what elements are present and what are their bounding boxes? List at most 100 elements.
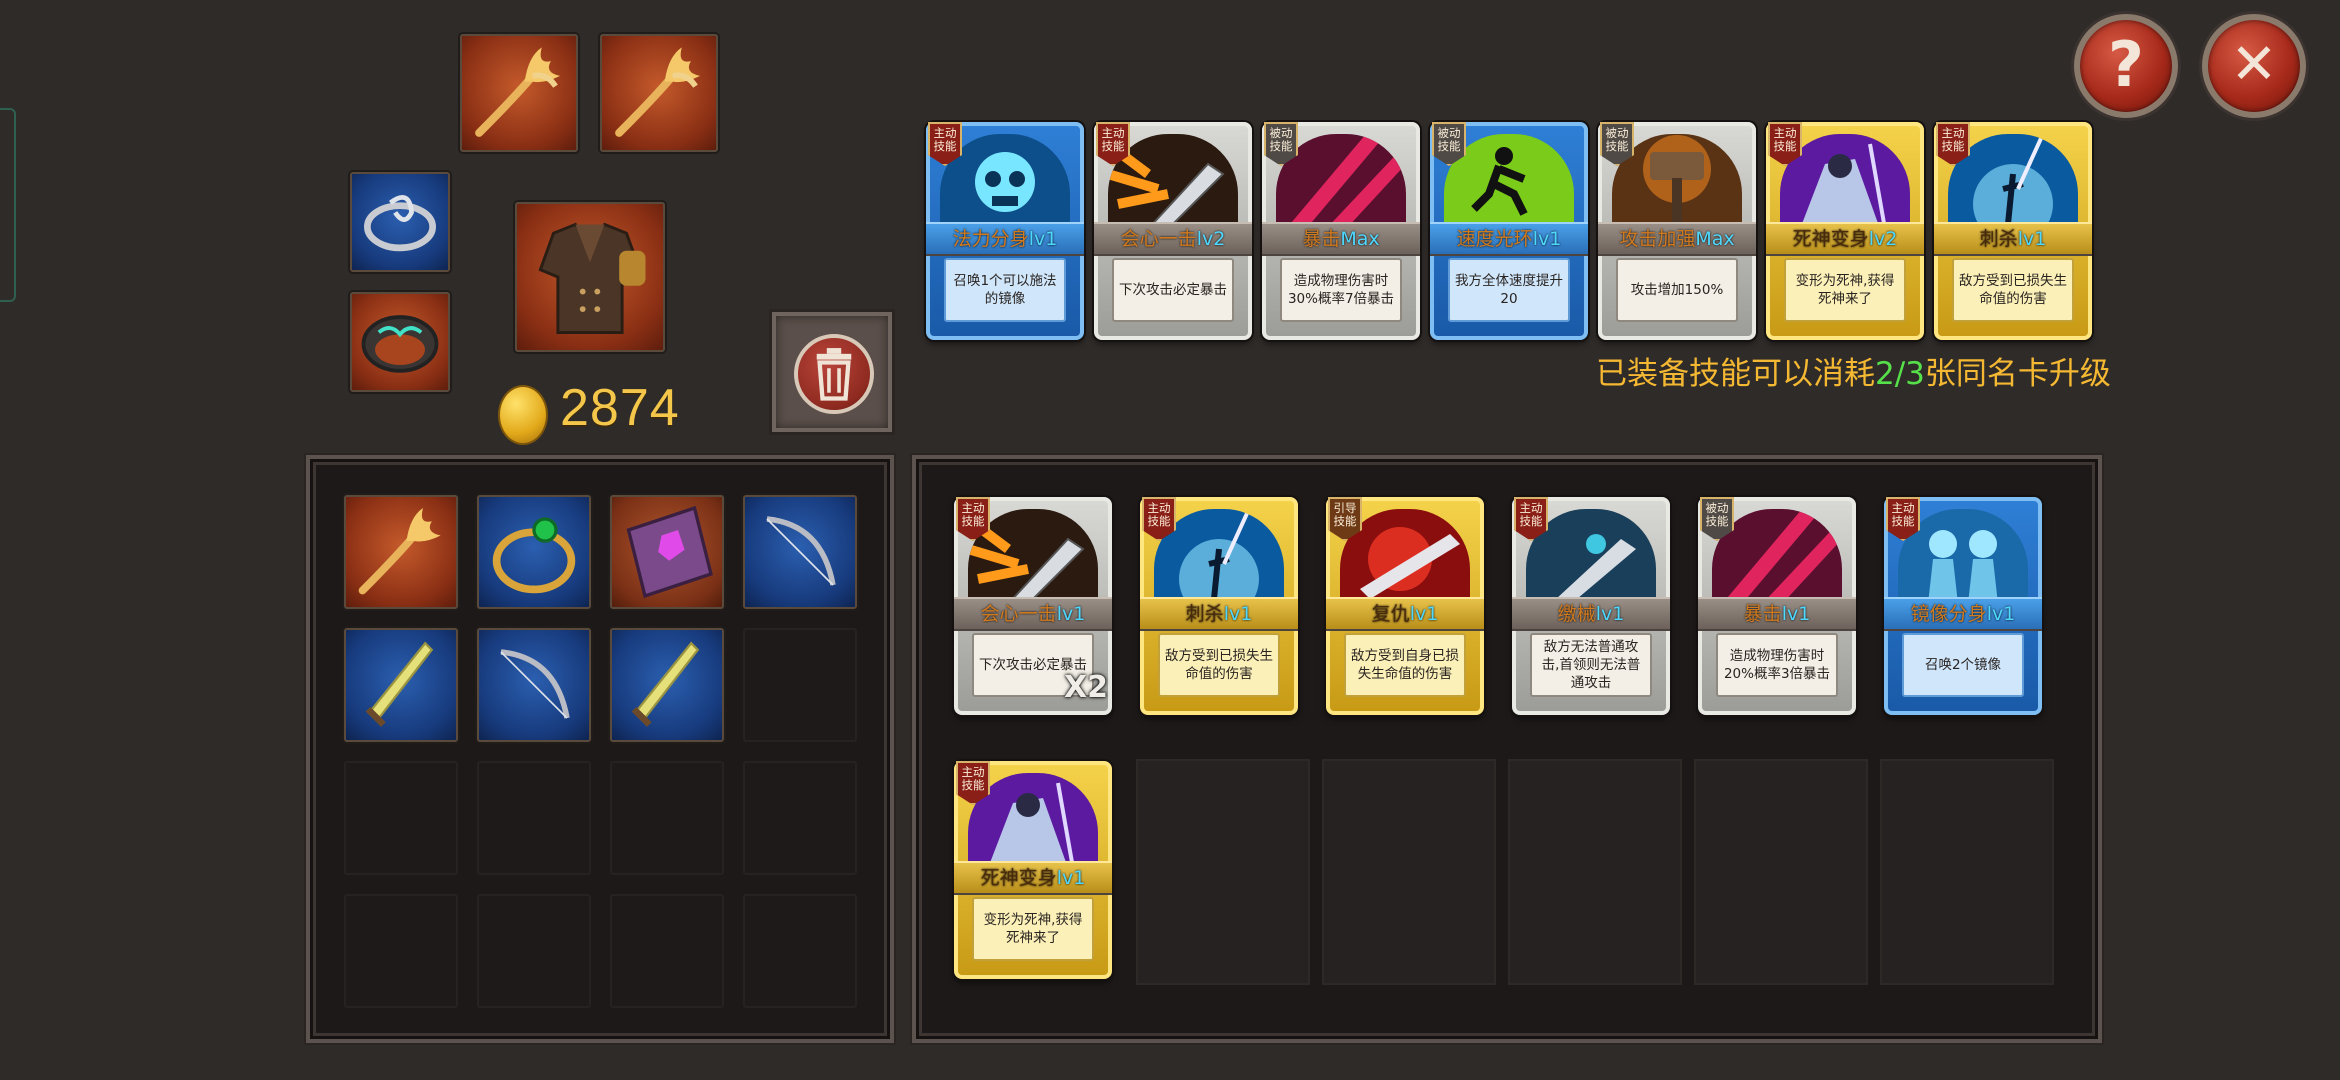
skill-name-text: 复仇 [1371, 603, 1410, 625]
flame-staff-icon [615, 47, 701, 137]
rune-ring-icon [361, 315, 439, 373]
skill-name-text: 死神变身 [980, 867, 1057, 889]
inventory-item-slot[interactable] [610, 495, 724, 609]
inventory-skill-card[interactable]: 主动技能 死神变身lv1 变形为死神,获得死神来了 [954, 761, 1112, 979]
inventory-item-slot[interactable] [610, 628, 724, 742]
skill-description: 攻击增加150% [1616, 258, 1738, 322]
bow-icon [500, 649, 570, 719]
equip-slot-weapon-1[interactable] [460, 34, 578, 152]
gold-amount: 2874 [560, 379, 680, 437]
skill-name: 刺杀lv1 [1140, 597, 1298, 631]
skill-empty-slot[interactable] [1880, 759, 2054, 985]
skill-name: 会心一击lv2 [1094, 222, 1252, 256]
inventory-empty-slot[interactable] [344, 894, 458, 1008]
skill-description: 变形为死神,获得死神来了 [972, 897, 1094, 961]
inventory-skill-card[interactable]: 引导技能 复仇lv1 敌方受到自身已损失生命值的伤害 [1326, 497, 1484, 715]
skill-name: 缴械lv1 [1512, 597, 1670, 631]
skill-name: 刺杀lv1 [1934, 222, 2092, 256]
help-button[interactable]: ? [2074, 14, 2178, 118]
inventory-item-slot[interactable] [344, 628, 458, 742]
equipped-skill-card[interactable]: 主动技能 会心一击lv2 下次攻击必定暴击 [1094, 122, 1252, 340]
sword-icon [631, 641, 700, 727]
skill-level: lv2 [1868, 228, 1898, 250]
skill-level: lv2 [1196, 228, 1226, 250]
skill-description: 造成物理伤害时20%概率3倍暴击 [1716, 633, 1838, 697]
skill-description: 下次攻击必定暴击 [1112, 258, 1234, 322]
inventory-empty-slot[interactable] [610, 894, 724, 1008]
item-inventory-panel [306, 455, 894, 1043]
inventory-skill-card[interactable]: 主动技能 刺杀lv1 敌方受到已损失生命值的伤害 [1140, 497, 1298, 715]
side-drawer-tab[interactable] [0, 108, 16, 302]
skill-description: 造成物理伤害时30%概率7倍暴击 [1280, 258, 1402, 322]
skill-description: 召唤2个镜像 [1902, 633, 2024, 697]
skill-description: 敌方受到已损失生命值的伤害 [1158, 633, 1280, 697]
inventory-skill-card[interactable]: 主动技能 镜像分身lv1 召唤2个镜像 [1884, 497, 2042, 715]
inventory-empty-slot[interactable] [477, 761, 591, 875]
sword-icon [365, 641, 434, 727]
skill-level: lv1 [1781, 603, 1811, 625]
skill-level: lv1 [1986, 603, 2016, 625]
inventory-item-slot[interactable] [477, 495, 591, 609]
skill-description: 变形为死神,获得死神来了 [1784, 258, 1906, 322]
inventory-skill-card[interactable]: 被动技能 暴击lv1 造成物理伤害时20%概率3倍暴击 [1698, 497, 1856, 715]
inventory-empty-slot[interactable] [743, 761, 857, 875]
flame-staff-icon [475, 47, 561, 137]
skill-name-text: 缴械 [1557, 603, 1596, 625]
equipped-skill-card[interactable]: 主动技能 刺杀lv1 敌方受到已损失生命值的伤害 [1934, 122, 2092, 340]
inventory-skill-card[interactable]: 主动技能 会心一击lv1 下次攻击必定暴击 X2 [954, 497, 1112, 715]
skill-level: lv1 [1409, 603, 1439, 625]
bow-icon [766, 516, 836, 586]
upgrade-notice-prefix: 已装备技能可以消耗 [1596, 356, 1875, 392]
skill-name-text: 法力分身 [952, 228, 1029, 250]
discard-button[interactable] [772, 312, 892, 432]
equip-slot-ring-1[interactable] [350, 172, 450, 272]
inventory-skill-card[interactable]: 主动技能 缴械lv1 敌方无法普通攻击,首领则无法普通攻击 [1512, 497, 1670, 715]
inventory-item-slot[interactable] [477, 628, 591, 742]
upgrade-notice: 已装备技能可以消耗2/3张同名卡升级 [1596, 348, 2111, 393]
equip-slot-armor[interactable] [515, 202, 665, 352]
inventory-empty-slot[interactable] [344, 761, 458, 875]
skill-name-text: 刺杀 [1185, 603, 1224, 625]
skill-empty-slot[interactable] [1136, 759, 1310, 985]
skill-description: 召唤1个可以施法的镜像 [944, 258, 1066, 322]
skill-level: lv1 [1223, 603, 1253, 625]
skill-empty-slot[interactable] [1322, 759, 1496, 985]
equipped-skill-card[interactable]: 被动技能 速度光环lv1 我方全体速度提升20 [1430, 122, 1588, 340]
skill-name-text: 会心一击 [980, 603, 1057, 625]
equipped-skill-card[interactable]: 被动技能 暴击Max 造成物理伤害时30%概率7倍暴击 [1262, 122, 1420, 340]
inventory-empty-slot[interactable] [743, 628, 857, 742]
skill-name-text: 会心一击 [1120, 228, 1197, 250]
skill-level: lv1 [1056, 867, 1086, 889]
inventory-item-slot[interactable] [344, 495, 458, 609]
skill-name: 法力分身lv1 [926, 222, 1084, 256]
equipped-skill-card[interactable]: 被动技能 攻击加强Max 攻击增加150% [1598, 122, 1756, 340]
inventory-empty-slot[interactable] [477, 894, 591, 1008]
inventory-item-slot[interactable] [743, 495, 857, 609]
spell-book-icon [626, 505, 713, 599]
skill-level: lv1 [1595, 603, 1625, 625]
equipped-skill-card[interactable]: 主动技能 死神变身lv2 变形为死神,获得死神来了 [1766, 122, 1924, 340]
emerald-ring-icon [492, 517, 576, 594]
skill-empty-slot[interactable] [1694, 759, 1868, 985]
skill-name: 会心一击lv1 [954, 597, 1112, 631]
inventory-empty-slot[interactable] [610, 761, 724, 875]
equipped-skill-card[interactable]: 主动技能 法力分身lv1 召唤1个可以施法的镜像 [926, 122, 1084, 340]
gold-coin-icon [498, 385, 548, 445]
skill-name-text: 暴击 [1743, 603, 1782, 625]
upgrade-notice-suffix: 张同名卡升级 [1924, 356, 2111, 392]
equip-slot-weapon-2[interactable] [600, 34, 718, 152]
skill-inventory-panel: 主动技能 会心一击lv1 下次攻击必定暴击 X2 主动技能 刺杀lv1 敌方受到已损失生命值… [912, 455, 2102, 1043]
skill-name-text: 镜像分身 [1910, 603, 1987, 625]
leather-armor-icon [538, 222, 646, 334]
skill-name: 死神变身lv2 [1766, 222, 1924, 256]
inventory-empty-slot[interactable] [743, 894, 857, 1008]
equip-slot-ring-2[interactable] [350, 292, 450, 392]
skill-description: 敌方受到已损失生命值的伤害 [1952, 258, 2074, 322]
skill-level: lv1 [1056, 603, 1086, 625]
upgrade-notice-count: 2/3 [1875, 356, 1925, 392]
skill-empty-slot[interactable] [1508, 759, 1682, 985]
skill-name-text: 死神变身 [1792, 228, 1869, 250]
skill-name-text: 攻击加强 [1619, 228, 1696, 250]
skill-name: 暴击lv1 [1698, 597, 1856, 631]
close-button[interactable]: ✕ [2202, 14, 2306, 118]
